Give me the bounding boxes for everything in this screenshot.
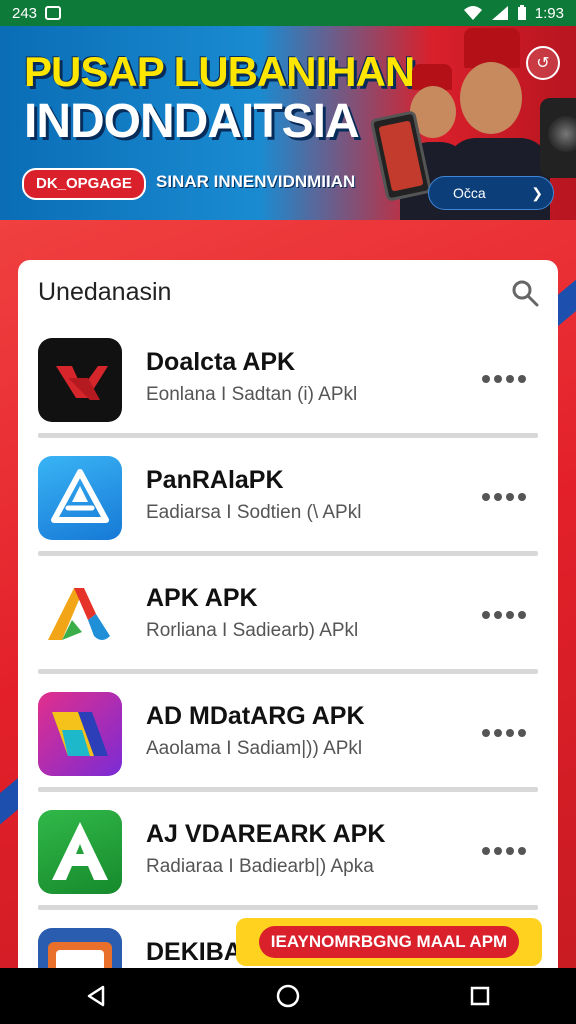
status-right: 1:93 — [463, 5, 564, 22]
back-triangle-icon — [87, 985, 105, 1007]
more-options-icon[interactable] — [482, 726, 528, 740]
green-a-icon — [38, 810, 122, 894]
more-options-icon[interactable] — [482, 844, 528, 858]
banner-title-line2: INDONDAITSIA — [24, 95, 360, 148]
banner-subtitle: SINAR INNENVIDNMIIAN — [156, 172, 356, 191]
banner-pill[interactable]: DK_OPGAGE — [22, 168, 146, 200]
app-subtitle: Radiaraa I Badiearb|) Apka — [146, 856, 374, 877]
status-bar: 243 1:93 — [0, 0, 576, 26]
banner-cta-button[interactable]: Očca ❯ — [428, 176, 554, 210]
promo-label: IEAYNOMRBGNG MAAL APM — [258, 926, 520, 958]
status-time: 1:93 — [534, 4, 564, 22]
app-row-1[interactable]: Doalcta APK Eonlana I Sadtan (i) APkl — [38, 320, 538, 438]
app-name: Doalcta APK — [146, 348, 296, 376]
status-left: 243 — [12, 4, 62, 22]
app-row-4[interactable]: AD MDatARG APK Aaolama I Sadiam|)) APkl — [38, 674, 538, 792]
app-subtitle: Eadiarsa I Sodtien (\ APkl — [146, 502, 362, 523]
battery-icon — [517, 5, 526, 20]
notification-icon — [45, 6, 62, 20]
promo-banner[interactable]: PUSAP LUBANIHAN INDONDAITSIA DK_OPGAGE S… — [0, 26, 576, 220]
app-row-2[interactable]: PanRAlaPK Eadiarsa I Sodtien (\ APkl — [38, 438, 538, 556]
triangle-icon — [38, 692, 122, 776]
speaker-image — [540, 98, 576, 178]
vk-icon — [38, 338, 122, 422]
app-row-5[interactable]: AJ VDAREARK APK Radiaraa I Badiearb|) Ap… — [38, 792, 538, 910]
banner-share-icon[interactable]: ↺ — [526, 46, 560, 80]
app-name: AD MDatARG APK — [146, 702, 365, 730]
chevron-right-icon: ❯ — [531, 184, 543, 201]
app-list-panel: Unedanasin Doalcta APK Eonlana I Sadtan … — [18, 260, 558, 980]
more-options-icon[interactable] — [482, 490, 528, 504]
search-icon[interactable] — [510, 278, 540, 308]
more-options-icon[interactable] — [482, 372, 528, 386]
signal-icon — [491, 6, 508, 20]
colorful-a-icon — [38, 574, 122, 658]
status-left-text: 243 — [12, 4, 38, 22]
navigation-bar — [0, 968, 576, 1024]
more-options-icon[interactable] — [482, 608, 528, 622]
app-name: APK APK — [146, 584, 258, 612]
recents-square-icon — [470, 986, 490, 1006]
banner-cta-label: Očca — [453, 185, 486, 201]
list-header: Unedanasin — [38, 278, 172, 306]
banner-title-line1: PUSAP LUBANIHAN — [24, 48, 415, 95]
wifi-icon — [463, 6, 482, 20]
recents-button[interactable] — [450, 976, 510, 1016]
app-store-icon — [38, 456, 122, 540]
home-button[interactable] — [258, 976, 318, 1016]
app-row-3[interactable]: APK APK Rorliana I Sadiearb) APkl — [38, 556, 538, 674]
app-subtitle: Eonlana I Sadtan (i) APkl — [146, 384, 358, 405]
back-button[interactable] — [66, 976, 126, 1016]
home-circle-icon — [276, 984, 300, 1008]
app-name: DEKIBA — [146, 938, 242, 966]
app-name: AJ VDAREARK APK — [146, 820, 386, 848]
promo-ribbon[interactable]: IEAYNOMRBGNG MAAL APM — [236, 918, 542, 966]
app-subtitle: Aaolama I Sadiam|)) APkl — [146, 738, 363, 759]
app-subtitle: Rorliana I Sadiearb) APkl — [146, 620, 359, 641]
app-name: PanRAlaPK — [146, 466, 284, 494]
